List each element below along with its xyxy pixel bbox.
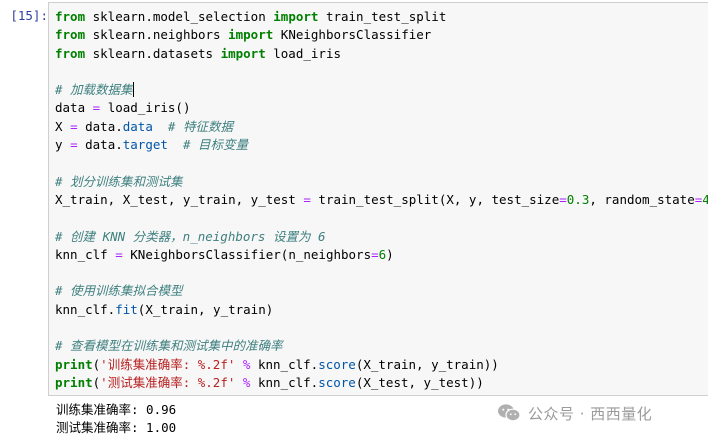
code-token: data (122, 118, 153, 134)
code-token: = (115, 246, 123, 262)
code-line: # 加载数据集 (55, 81, 708, 99)
code-token: = (70, 137, 78, 153)
code-token: KNeighborsClassifier(n_neighbors (122, 246, 372, 262)
code-token: knn_clf. (55, 301, 116, 317)
code-token: knn_clf. (250, 374, 319, 390)
code-token: data. (77, 118, 123, 134)
watermark: 公众号 · 西西量化 (497, 401, 652, 425)
code-token: load_iris (265, 45, 341, 61)
code-token: fit (115, 301, 138, 317)
code-line: print('测试集准确率: %.2f' % knn_clf.score(X_t… (55, 374, 708, 392)
code-line: from sklearn.model_selection import trai… (55, 8, 708, 26)
code-token: # 创建 KNN 分类器，n_neighbors 设置为 6 (55, 228, 326, 244)
code-token: knn_clf (55, 246, 116, 262)
code-line: print('训练集准确率: %.2f' % knn_clf.score(X_t… (55, 356, 708, 374)
code-token: = (559, 191, 567, 207)
code-token: (X_test, y_test)) (355, 374, 484, 390)
code-token: from (55, 9, 86, 24)
cell-prompt: [15]: (10, 8, 48, 23)
code-token: = (371, 246, 379, 262)
code-line: knn_clf.fit(X_train, y_train) (55, 301, 708, 319)
code-token: '测试集准确率: %.2f' (100, 374, 236, 390)
code-token: from (55, 45, 86, 61)
code-token: sklearn.model_selection (85, 9, 274, 24)
code-token: # 使用训练集拟合模型 (55, 283, 183, 299)
code-line: data = load_iris() (55, 99, 708, 117)
code-token: target (122, 137, 168, 153)
code-line: X = data.data # 特征数据 (55, 118, 708, 136)
code-token: = (303, 191, 311, 207)
code-token: y (55, 137, 71, 153)
code-token: X_train, X_test, y_train, y_test (55, 191, 304, 207)
code-token: ) (386, 246, 394, 262)
code-token: KNeighborsClassifier (273, 27, 432, 43)
code-token: 0.3 (566, 191, 590, 207)
code-line: from sklearn.neighbors import KNeighbors… (55, 26, 708, 44)
code-line: # 查看模型在训练集和测试集中的准确率 (55, 337, 708, 355)
code-area[interactable]: from sklearn.model_selection import trai… (55, 8, 708, 392)
code-token: # 特征数据 (167, 118, 233, 134)
code-line: X_train, X_test, y_train, y_test = train… (55, 191, 708, 209)
code-token: train_test_split(X, y, test_size (310, 191, 560, 207)
code-line: knn_clf = KNeighborsClassifier(n_neighbo… (55, 246, 708, 264)
code-token: (X_train, y_train)) (355, 356, 499, 372)
code-token: '训练集准确率: %.2f' (100, 356, 236, 372)
code-token: , random_state (589, 191, 695, 207)
code-token: sklearn.datasets (85, 45, 221, 61)
output-line: 测试集准确率: 1.00 (56, 419, 177, 435)
code-token: load_iris() (100, 100, 191, 116)
code-token: X (55, 118, 71, 134)
code-token: knn_clf. (250, 356, 319, 372)
code-token: # 加载数据集 (55, 82, 134, 98)
code-token: data. (77, 137, 123, 153)
code-token: data (55, 100, 93, 116)
output-line: 训练集准确率: 0.96 (56, 402, 177, 417)
code-token: sklearn.neighbors (85, 27, 229, 43)
cell-output: 训练集准确率: 0.96 测试集准确率: 1.00 (56, 401, 176, 436)
watermark-text: 公众号 · 西西量化 (528, 404, 653, 423)
code-token: import (273, 9, 319, 24)
code-token: print (55, 374, 93, 390)
code-line: # 创建 KNN 分类器，n_neighbors 设置为 6 (55, 228, 708, 246)
code-line: from sklearn.datasets import load_iris (55, 45, 708, 63)
code-token: print (55, 356, 93, 372)
code-line: # 使用训练集拟合模型 (55, 282, 708, 300)
code-token: score (318, 356, 356, 372)
code-token: (X_train, y_train) (137, 301, 274, 317)
code-token: # 目标变量 (182, 137, 249, 153)
code-token: 42 (702, 191, 708, 207)
code-token: from (55, 27, 86, 43)
code-editor[interactable]: from sklearn.model_selection import trai… (48, 2, 708, 396)
code-token: import (220, 45, 266, 61)
code-token: import (228, 27, 274, 43)
code-line: # 划分训练集和测试集 (55, 173, 708, 191)
wechat-icon (498, 404, 521, 422)
code-token: train_test_split (318, 9, 447, 24)
code-token: = (70, 118, 78, 134)
code-token: # 查看模型在训练集和测试集中的准确率 (55, 338, 283, 354)
code-line: y = data.target # 目标变量 (55, 136, 708, 154)
code-token: score (318, 374, 356, 390)
code-token: # 划分训练集和测试集 (55, 173, 183, 189)
